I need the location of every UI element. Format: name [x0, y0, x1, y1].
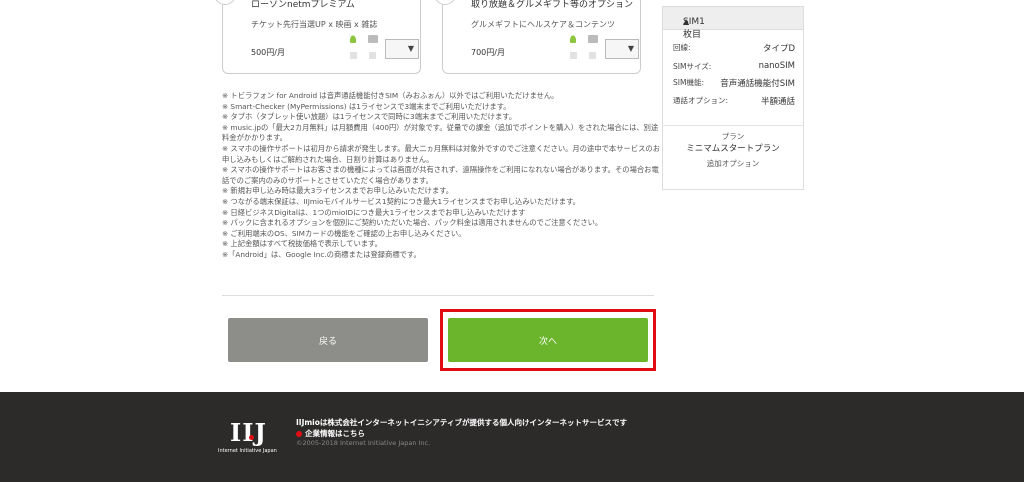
- summary-key: SIMサイズ:: [673, 62, 712, 71]
- summary-key: SIM機能:: [673, 78, 704, 87]
- quantity-select[interactable]: ▼: [605, 39, 639, 59]
- note-item: ※ 上記金額はすべて税抜価格で表示しています。: [222, 239, 382, 249]
- ios-icon: [588, 35, 598, 43]
- option-card-lawson[interactable]: ローソンnetmプレミアム チケット先行当選UP x 映画 x 雑誌 500円/…: [214, 0, 421, 74]
- android-icon: [350, 35, 356, 43]
- device-icon: [369, 52, 376, 59]
- device-icon: [350, 52, 357, 59]
- note-item: ※ Smart-Checker (MyPermissions) は1ライセンスで…: [222, 101, 511, 111]
- sim-summary-header[interactable]: SIM1枚目 ▲: [663, 7, 803, 40]
- chevron-up-icon: ▲: [683, 17, 690, 26]
- note-item: ※ トビラフォン for Android は音声通話機能付きSIM（みおふぉん）…: [222, 91, 559, 100]
- note-item: ※ タブホ（タブレット使い放題）は1ライセンスで同時に3端末までご利用いただけま…: [222, 112, 517, 122]
- summary-key: 回線:: [673, 43, 691, 52]
- chevron-down-icon: ▼: [407, 44, 414, 53]
- plan-value: ミニマムスタートプラン: [686, 144, 780, 154]
- divider: [663, 125, 803, 126]
- note-item: ※ 新規お申し込み時は最大3ライセンスまでお申し込みいただけます。: [222, 186, 454, 196]
- note-item: ※ つながる端末保証は、IIJmioモバイルサービス1契約につき最大1ライセンス…: [222, 196, 580, 206]
- summary-key: 通話オプション:: [673, 96, 729, 105]
- copyright: ©2005-2018 Internet Initiative Japan Inc…: [296, 439, 431, 447]
- note-item: ※ music.jpの「最大2カ月無料」は月額費用（400円）が対象です。従量で…: [222, 122, 659, 143]
- additional-options-label: 追加オプション: [706, 159, 760, 168]
- device-icon: [570, 52, 577, 59]
- note-item: ※ スマホの操作サポートは初月から請求が発生します。最大二ヵ月無料は対象外ですの…: [222, 143, 660, 164]
- next-button[interactable]: 次へ: [448, 318, 648, 362]
- iij-logo: IIJ Internet Initiative Japan: [218, 418, 277, 454]
- bullet-icon: [296, 431, 302, 437]
- quantity-select[interactable]: ▼: [385, 39, 419, 59]
- sim-summary-panel: SIM1枚目 ▲ 回線: タイプD SIMサイズ: nanoSIM SIM機能:…: [662, 6, 804, 190]
- option-title: ローソンnetmプレミアム: [251, 0, 355, 10]
- option-description: チケット先行当選UP x 映画 x 雑誌: [251, 20, 378, 29]
- note-item: ※「Android」は、Google Inc.の商標または登録商標です。: [222, 249, 421, 259]
- option-description: グルメギフトにヘルスケア＆コンテンツ: [471, 20, 615, 29]
- option-radio[interactable]: [214, 0, 236, 5]
- notes-list: ※ トビラフォン for Android は音声通話機能付きSIM（みおふぉん）…: [222, 91, 662, 261]
- note-item: ※ スマホの操作サポートはお客さまの機種によっては画面が共有されず、遠隔操作をご…: [222, 165, 659, 185]
- note-item: ※ 日経ビジネスDigitalは、1つのmioIDにつき最大1ライセンスまでお申…: [222, 207, 526, 217]
- ios-icon: [368, 35, 378, 43]
- back-button[interactable]: 戻る: [228, 318, 428, 362]
- option-card-gourmet[interactable]: 取り放題＆グルメギフト等のオプション グルメギフトにヘルスケア＆コンテンツ 70…: [434, 0, 641, 74]
- summary-value: タイプD: [762, 44, 795, 54]
- option-title: 取り放題＆グルメギフト等のオプション: [471, 0, 634, 10]
- footer-tagline: IIJmioは株式会社インターネットイニシアティブが提供する個人向けインターネッ…: [296, 418, 627, 427]
- option-price: 700円/月: [471, 48, 505, 57]
- footer: [0, 392, 1024, 482]
- divider: [222, 295, 654, 296]
- option-price: 500円/月: [251, 48, 285, 57]
- summary-value: 音声通話機能付SIM: [720, 79, 795, 89]
- summary-value: 半額通話: [760, 97, 795, 107]
- option-radio[interactable]: [434, 0, 456, 5]
- note-item: ※ ご利用端末のOS、SIMカードの機能をご確認の上お申し込みください。: [222, 228, 466, 238]
- summary-value: nanoSIM: [758, 61, 795, 71]
- android-icon: [570, 35, 576, 43]
- note-item: ※ パックに含まれるオプションを個別にご契約いただいた場合、パック料金は適用され…: [222, 218, 603, 228]
- device-icon: [589, 52, 596, 59]
- plan-label: プラン: [721, 132, 745, 141]
- company-info-link[interactable]: 企業情報はこちら: [296, 428, 365, 439]
- chevron-down-icon: ▼: [627, 44, 634, 53]
